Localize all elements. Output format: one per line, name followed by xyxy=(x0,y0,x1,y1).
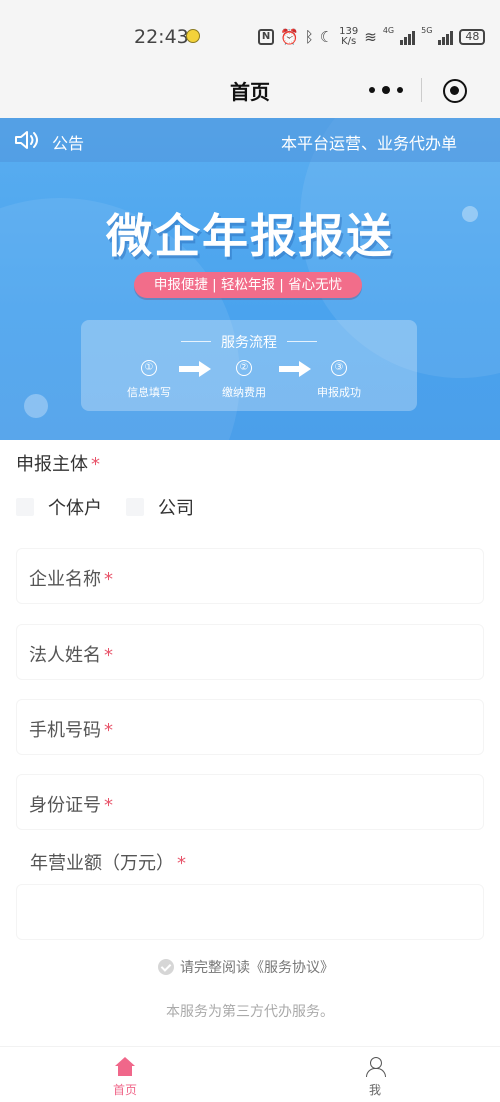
subject-radio-group: 个体户 公司 xyxy=(16,494,218,520)
more-options-icon[interactable] xyxy=(369,78,403,102)
field-label: 身份证号 * xyxy=(29,791,113,817)
network-5g-label: 5G xyxy=(421,26,433,35)
alarm-icon: ⏰ xyxy=(280,28,299,46)
wifi-icon: ≋ xyxy=(364,28,377,46)
flow-step-label: 申报成功 xyxy=(317,386,361,399)
flow-step-number: ② xyxy=(236,360,252,376)
tab-me[interactable]: 我 xyxy=(345,1057,405,1098)
legal-person-field[interactable]: 法人姓名 * xyxy=(16,624,484,680)
banner-title: 微企年报报送 xyxy=(106,209,394,263)
tab-bar: 首页 我 xyxy=(0,1046,500,1102)
revenue-label-text: 年营业额（万元） xyxy=(30,853,174,874)
flow-step: ① 信息填写 xyxy=(109,360,189,400)
notice-text: 本平台运营、业务代办单 xyxy=(281,134,458,153)
signal-4g-icon xyxy=(400,29,416,45)
nfc-icon: N xyxy=(258,29,274,45)
tab-home[interactable]: 首页 xyxy=(95,1057,155,1098)
required-mark: * xyxy=(91,454,100,475)
radio-company[interactable] xyxy=(126,498,144,516)
required-mark: * xyxy=(104,720,113,741)
home-icon xyxy=(115,1057,135,1077)
flow-step: ③ 申报成功 xyxy=(299,360,379,400)
signal-5g-icon xyxy=(438,29,454,45)
field-label-text: 手机号码 xyxy=(29,720,101,741)
emoji-status-icon xyxy=(186,29,200,43)
flow-step-label: 信息填写 xyxy=(127,386,171,399)
phone-field[interactable]: 手机号码 * xyxy=(16,699,484,755)
agreement-row[interactable]: 请完整阅读《服务协议》 xyxy=(158,957,334,977)
page-title: 首页 xyxy=(230,80,270,104)
battery-icon: 48 xyxy=(459,29,486,45)
network-4g-label: 4G xyxy=(382,26,395,35)
status-icons: N ⏰ ᛒ ☾ 139 K/s ≋ 4G 5G 48 xyxy=(258,24,486,50)
subject-label: 申报主体 * xyxy=(16,450,100,476)
id-number-field[interactable]: 身份证号 * xyxy=(16,774,484,830)
field-label-text: 身份证号 xyxy=(29,795,101,816)
radio-company-label[interactable]: 公司 xyxy=(158,494,194,520)
status-time: 22:43 xyxy=(134,26,189,48)
agreement-text[interactable]: 请完整阅读《服务协议》 xyxy=(180,957,334,977)
tab-home-label: 首页 xyxy=(112,1083,137,1097)
field-label-text: 企业名称 xyxy=(29,569,101,590)
notice-bar[interactable]: 公告 本平台运营、业务代办单 xyxy=(0,118,500,162)
nav-bar: 首页 xyxy=(0,72,500,118)
tab-me-label: 我 xyxy=(368,1083,381,1097)
speed-unit: K/s xyxy=(341,36,357,47)
field-label: 法人姓名 * xyxy=(29,641,113,667)
required-mark: * xyxy=(104,569,113,590)
revenue-label: 年营业额（万元） * xyxy=(30,849,186,875)
revenue-input[interactable] xyxy=(16,884,484,940)
flow-title-line xyxy=(287,341,317,342)
flow-step: ② 缴纳费用 xyxy=(204,360,284,400)
required-mark: * xyxy=(177,853,186,874)
status-bar: 22:43 N ⏰ ᛒ ☾ 139 K/s ≋ 4G 5G 48 xyxy=(0,0,500,72)
radio-individual-label[interactable]: 个体户 xyxy=(48,494,102,520)
flow-step-label: 缴纳费用 xyxy=(222,386,266,399)
check-circle-icon[interactable] xyxy=(158,959,174,975)
flow-title: 服务流程 xyxy=(221,335,277,351)
field-label: 企业名称 * xyxy=(29,565,113,591)
speaker-icon xyxy=(15,131,38,149)
service-flow: 服务流程 ① 信息填写 ② 缴纳费用 ③ 申报成功 xyxy=(81,320,417,411)
company-name-field[interactable]: 企业名称 * xyxy=(16,548,484,604)
user-icon xyxy=(365,1057,386,1077)
subject-label-text: 申报主体 xyxy=(16,454,88,475)
moon-icon: ☾ xyxy=(319,28,334,46)
bluetooth-icon: ᛒ xyxy=(304,28,314,46)
banner-bubble xyxy=(24,394,48,418)
network-speed: 139 K/s xyxy=(339,27,358,47)
close-miniprogram-icon[interactable] xyxy=(443,79,467,103)
banner[interactable]: 公告 本平台运营、业务代办单 微企年报报送 申报便捷 | 轻松年报 | 省心无忧… xyxy=(0,118,500,440)
flow-step-number: ① xyxy=(141,360,157,376)
banner-tagline: 申报便捷 | 轻松年报 | 省心无忧 xyxy=(134,272,362,298)
flow-step-number: ③ xyxy=(331,360,347,376)
disclaimer-text: 本服务为第三方代办服务。 xyxy=(166,1004,334,1020)
required-mark: * xyxy=(104,645,113,666)
required-mark: * xyxy=(104,795,113,816)
field-label: 手机号码 * xyxy=(29,716,113,742)
field-label-text: 法人姓名 xyxy=(29,645,101,666)
notice-label: 公告 xyxy=(52,134,85,153)
radio-individual[interactable] xyxy=(16,498,34,516)
nav-divider xyxy=(421,78,422,102)
